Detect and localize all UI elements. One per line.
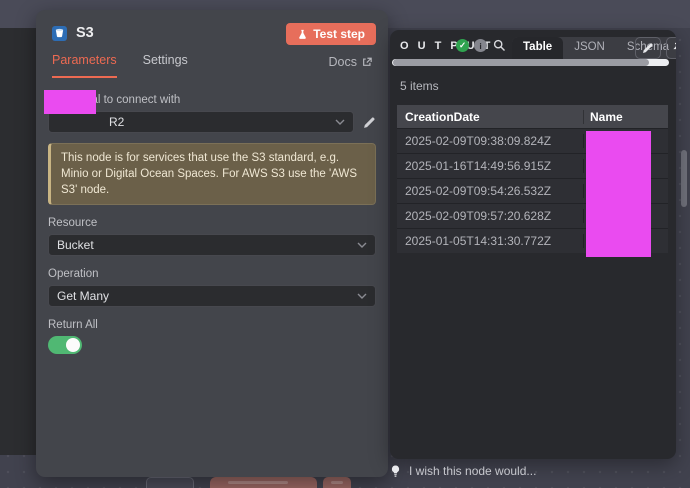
flask-icon: [297, 29, 308, 40]
tab-settings[interactable]: Settings: [143, 53, 188, 78]
node-parameters-body: Credential to connect with R2 This node …: [36, 78, 388, 354]
node-panel-tabs: Parameters Settings Docs: [36, 41, 388, 78]
operation-select[interactable]: Get Many: [48, 285, 376, 307]
node-notice: This node is for services that use the S…: [48, 143, 376, 205]
horizontal-scrollbar[interactable]: [392, 59, 669, 66]
column-header-creationdate: CreationDate: [397, 110, 583, 124]
dimmed-canvas-node: [146, 477, 194, 488]
items-count: 5 items: [400, 79, 676, 93]
test-step-button[interactable]: Test step: [286, 23, 376, 45]
cell-creation-date: 2025-02-09T09:54:26.532Z: [397, 184, 583, 198]
redaction-box-credential: [44, 90, 96, 114]
table-header-row: CreationDate Name: [397, 105, 668, 128]
credential-label: Credential to connect with: [48, 94, 376, 106]
operation-value: Get Many: [57, 289, 109, 303]
resource-select[interactable]: Bucket: [48, 234, 376, 256]
tab-table[interactable]: Table: [512, 37, 563, 59]
horizontal-scrollbar-thumb[interactable]: [393, 59, 649, 66]
return-all-label: Return All: [48, 319, 376, 331]
node-title: S3: [76, 25, 94, 41]
edit-credential-icon[interactable]: [363, 116, 376, 129]
cell-creation-date: 2025-02-09T09:57:20.628Z: [397, 209, 583, 223]
redaction-box-name-column: [586, 131, 651, 257]
dimmed-canvas-button: [323, 477, 351, 488]
credential-select[interactable]: R2: [48, 111, 354, 133]
toggle-knob: [66, 338, 80, 352]
resource-value: Bucket: [57, 238, 94, 252]
column-header-name: Name: [583, 110, 668, 124]
pin-output-button[interactable]: [666, 37, 676, 59]
docs-label: Docs: [329, 55, 357, 69]
resource-label: Resource: [48, 217, 376, 229]
output-panel-header: O U T P U T ✓ i Table JSON Schema: [390, 30, 676, 59]
dimmed-test-workflow-button: [210, 477, 317, 488]
cell-creation-date: 2025-01-05T14:31:30.772Z: [397, 234, 583, 248]
docs-link[interactable]: Docs: [329, 55, 372, 78]
node-feedback-link[interactable]: I wish this node would...: [390, 464, 536, 478]
left-sidebar: [0, 28, 36, 455]
wish-text: I wish this node would...: [409, 464, 536, 478]
s3-node-icon: [52, 26, 67, 41]
cell-creation-date: 2025-02-09T09:38:09.824Z: [397, 134, 583, 148]
chevron-down-icon: [357, 242, 367, 248]
return-all-toggle[interactable]: [48, 336, 82, 354]
success-check-icon: ✓: [456, 39, 469, 52]
search-icon[interactable]: [493, 39, 506, 52]
vertical-scrollbar[interactable]: [681, 150, 687, 207]
credential-value: R2: [57, 115, 124, 129]
cell-creation-date: 2025-01-16T14:49:56.915Z: [397, 159, 583, 173]
node-settings-panel: S3 Test step Parameters Settings Docs Cr…: [36, 10, 388, 477]
tab-json[interactable]: JSON: [563, 37, 616, 59]
test-step-label: Test step: [313, 27, 365, 41]
chevron-down-icon: [357, 293, 367, 299]
tab-parameters[interactable]: Parameters: [52, 53, 117, 78]
node-panel-header: S3 Test step: [36, 10, 388, 41]
info-icon[interactable]: i: [474, 39, 487, 52]
lightbulb-icon: [390, 465, 401, 478]
edit-output-button[interactable]: [635, 37, 661, 59]
chevron-down-icon: [335, 119, 345, 125]
external-link-icon: [362, 57, 372, 67]
operation-label: Operation: [48, 268, 376, 280]
